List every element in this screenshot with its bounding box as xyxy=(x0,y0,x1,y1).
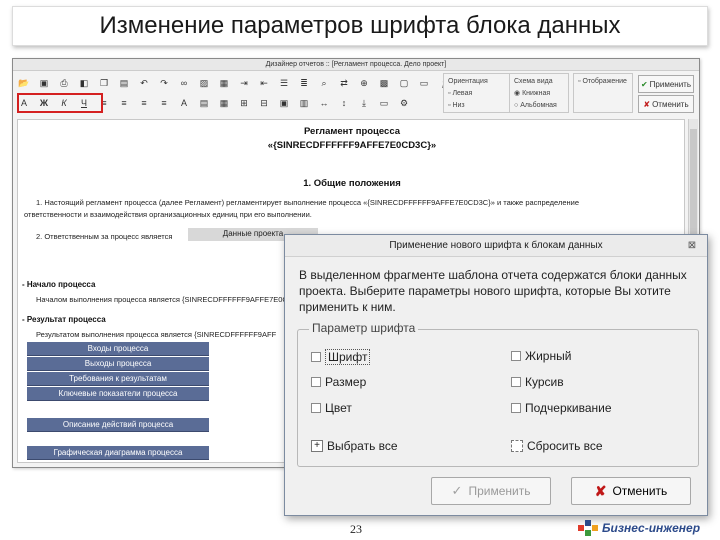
field-icon[interactable]: ▭ xyxy=(415,75,433,91)
select-all-icon: + xyxy=(311,440,323,452)
font-color-icon[interactable]: A xyxy=(175,95,193,111)
orientation-bottom-option[interactable]: ▫ Низ xyxy=(448,100,514,112)
find-icon[interactable]: ⌕ xyxy=(315,75,333,91)
close-icon[interactable]: ⊠ xyxy=(685,239,699,253)
block-requirements[interactable]: Требования к результатам xyxy=(27,372,209,386)
copy-icon[interactable]: ❐ xyxy=(95,75,113,91)
frame-icon[interactable]: ▢ xyxy=(395,75,413,91)
paste-icon[interactable]: ▤ xyxy=(115,75,133,91)
reset-all-button[interactable]: Сбросить все xyxy=(511,439,603,453)
open-icon[interactable]: 📂 xyxy=(15,75,33,91)
spacing-icon[interactable]: ↕ xyxy=(335,95,353,111)
brand-icon xyxy=(578,520,598,536)
italic-checkbox[interactable]: Курсив xyxy=(511,375,564,389)
block-diagram[interactable]: Графическая диаграмма процесса xyxy=(27,446,209,460)
table-icon[interactable]: ▦ xyxy=(215,75,233,91)
image-icon[interactable]: ▨ xyxy=(195,75,213,91)
doc-paragraph-2: 2. Ответственным за процесс является xyxy=(36,232,173,241)
toolbar-apply-button[interactable]: ✔ Применить xyxy=(638,75,694,93)
block-actions[interactable]: Описание действий процесса xyxy=(27,418,209,432)
check-icon: ✓ xyxy=(451,483,463,498)
zoom-icon[interactable]: ⊕ xyxy=(355,75,373,91)
font-format-highlight xyxy=(17,93,103,113)
merge-icon[interactable]: ▣ xyxy=(275,95,293,111)
save-icon[interactable]: ▣ xyxy=(35,75,53,91)
page-number: 23 xyxy=(350,522,362,536)
undo-icon[interactable]: ↶ xyxy=(135,75,153,91)
link-icon[interactable]: ∞ xyxy=(175,75,193,91)
result-text: Результатом выполнения процесса является… xyxy=(36,330,277,339)
arrow-icon[interactable]: ↔ xyxy=(315,95,333,111)
align-right-icon[interactable]: ≡ xyxy=(135,95,153,111)
brand-logo: Бизнес-инженер xyxy=(578,520,700,536)
dialog-apply-button[interactable]: ✓ Применить xyxy=(431,477,551,505)
outdent-icon[interactable]: ⇤ xyxy=(255,75,273,91)
grid-icon[interactable]: ▩ xyxy=(375,75,393,91)
redo-icon[interactable]: ↷ xyxy=(155,75,173,91)
size-checkbox[interactable]: Размер xyxy=(311,375,366,389)
underline-checkbox[interactable]: Подчеркивание xyxy=(511,401,612,415)
reset-all-icon xyxy=(511,440,523,452)
portrait-option[interactable]: ◉ Книжная xyxy=(514,88,564,100)
scrollbar-thumb[interactable] xyxy=(690,129,697,239)
block-icon[interactable]: ▭ xyxy=(375,95,393,111)
dialog-title-text: Применение нового шрифта к блокам данных xyxy=(389,240,603,251)
editor-titlebar: Дизайнер отчетов :: [Регламент процесса.… xyxy=(13,59,699,71)
insert-row-icon[interactable]: ⊞ xyxy=(235,95,253,111)
close-icon: ✘ xyxy=(643,99,651,109)
block-outputs[interactable]: Выходы процесса xyxy=(27,357,209,371)
properties-icon[interactable]: ⚙ xyxy=(395,95,413,111)
orientation-group: Ориентация ▫ Левая ▫ Низ xyxy=(443,73,519,113)
replace-icon[interactable]: ⇄ xyxy=(335,75,353,91)
scheme-group: Схема вида ◉ Книжная ○ Альбомная xyxy=(509,73,569,113)
slide-title: Изменение параметров шрифта блока данных xyxy=(12,6,708,46)
orientation-label: Ориентация xyxy=(448,78,488,85)
cancel-x-icon: ✘ xyxy=(594,482,607,499)
font-apply-dialog: Применение нового шрифта к блокам данных… xyxy=(284,234,708,516)
result-section: - Результат процесса xyxy=(22,315,106,324)
dialog-message: В выделенном фрагменте шаблона отчета со… xyxy=(299,268,687,314)
scheme-label: Схема вида xyxy=(514,78,553,85)
page-break-icon[interactable]: ⤓ xyxy=(355,95,373,111)
dialog-title: Применение нового шрифта к блокам данных… xyxy=(285,235,707,257)
print-icon[interactable]: ⎙ xyxy=(55,75,73,91)
font-params-legend: Параметр шрифта xyxy=(309,321,419,335)
insert-col-icon[interactable]: ⊟ xyxy=(255,95,273,111)
brand-name: Бизнес-инженер xyxy=(602,521,701,535)
split-icon[interactable]: ▥ xyxy=(295,95,313,111)
display-group: ▫ Отображение xyxy=(573,73,633,113)
landscape-option[interactable]: ○ Альбомная xyxy=(514,100,564,112)
fill-color-icon[interactable]: ▤ xyxy=(195,95,213,111)
dialog-cancel-button[interactable]: ✘ Отменить xyxy=(571,477,691,505)
check-icon: ✔ xyxy=(640,79,648,89)
doc-paragraph-1b: ответственности и взаимодействия организ… xyxy=(24,210,312,219)
color-checkbox[interactable]: Цвет xyxy=(311,401,352,415)
bold-checkbox[interactable]: Жирный xyxy=(511,349,571,363)
orientation-left-option[interactable]: ▫ Левая xyxy=(448,88,514,100)
doc-title-code: «{SINRECDFFFFFF9AFFE7E0CD3C}» xyxy=(267,140,437,151)
select-all-button[interactable]: + Выбрать все xyxy=(311,439,398,453)
start-text: Началом выполнения процесса является {SI… xyxy=(36,295,306,304)
list-icon[interactable]: ☰ xyxy=(275,75,293,91)
doc-title: Регламент процесса xyxy=(303,126,401,137)
numbered-list-icon[interactable]: ≣ xyxy=(295,75,313,91)
block-inputs[interactable]: Входы процесса xyxy=(27,342,209,356)
display-option[interactable]: ▫ Отображение xyxy=(578,76,628,88)
toolbar-cancel-button[interactable]: ✘ Отменить xyxy=(638,95,694,113)
font-checkbox[interactable]: Шрифт xyxy=(311,349,371,365)
indent-icon[interactable]: ⇥ xyxy=(235,75,253,91)
block-kpi[interactable]: Ключевые показатели процесса xyxy=(27,387,209,401)
preview-icon[interactable]: ◧ xyxy=(75,75,93,91)
border-icon[interactable]: ▦ xyxy=(215,95,233,111)
doc-section-1: 1. Общие положения xyxy=(303,178,401,189)
justify-icon[interactable]: ≡ xyxy=(155,95,173,111)
start-section: - Начало процесса xyxy=(22,280,96,289)
align-center-icon[interactable]: ≡ xyxy=(115,95,133,111)
doc-paragraph-1a: 1. Настоящий регламент процесса (далее Р… xyxy=(36,198,579,207)
